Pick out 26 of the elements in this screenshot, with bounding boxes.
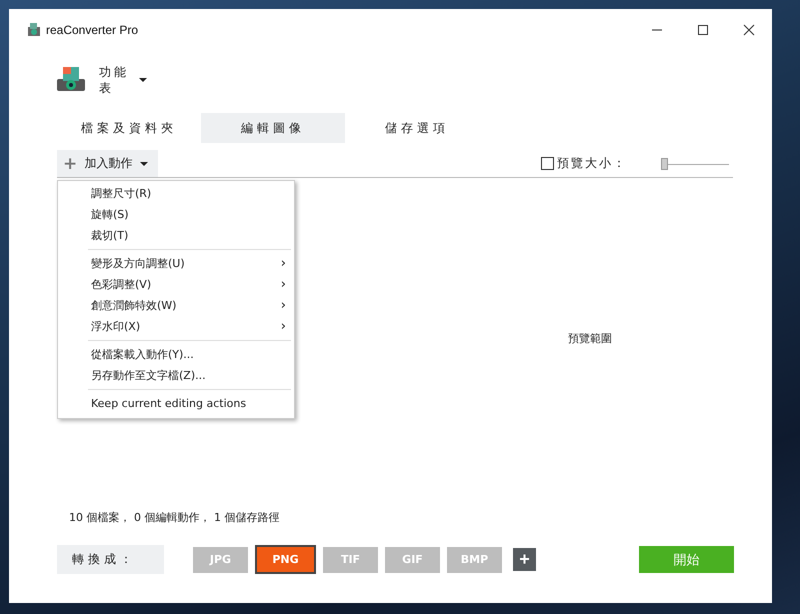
tab[interactable]: 儲存選項 — [345, 113, 489, 143]
add-format-button[interactable]: + — [513, 548, 536, 571]
close-icon — [743, 24, 755, 36]
menu-item[interactable]: 旋轉(S) — [58, 204, 294, 225]
caret-icon — [140, 162, 148, 166]
preview-size-checkbox[interactable]: 預覽大小： — [541, 155, 627, 172]
convert-to-label: 轉換成： — [57, 545, 164, 574]
preview-area-label: 預覽範圍 — [568, 330, 612, 346]
menu-item[interactable]: 色彩調整(V) › — [58, 274, 294, 295]
menu-item[interactable]: 調整尺寸(R) — [58, 183, 294, 204]
add-action-button[interactable]: + 加入動作 — [57, 150, 158, 177]
menu-item[interactable]: 浮水印(X) › — [58, 316, 294, 337]
menu-item[interactable]: Keep current editing actions — [58, 393, 294, 414]
menu-item[interactable]: 創意潤飾特效(W) › — [58, 295, 294, 316]
menu-item[interactable]: 裁切(T) — [58, 225, 294, 246]
maximize-icon — [697, 24, 709, 36]
menu-item[interactable]: 變形及方向調整(U) › — [58, 253, 294, 274]
menu-item[interactable]: 從檔案載入動作(Y)... — [58, 344, 294, 365]
window-title: reaConverter Pro — [46, 23, 138, 37]
menu-item[interactable]: 另存動作至文字檔(Z)... — [58, 365, 294, 386]
app-icon — [26, 22, 42, 38]
app-menu-button[interactable]: 功能表 — [99, 64, 147, 96]
status-text: 10 個檔案， 0 個編輯動作， 1 個儲存路徑 — [69, 510, 280, 525]
tab[interactable]: 檔案及資料夾 — [57, 113, 201, 143]
caret-icon — [139, 78, 147, 82]
tab[interactable]: 編輯圖像 — [201, 113, 345, 143]
